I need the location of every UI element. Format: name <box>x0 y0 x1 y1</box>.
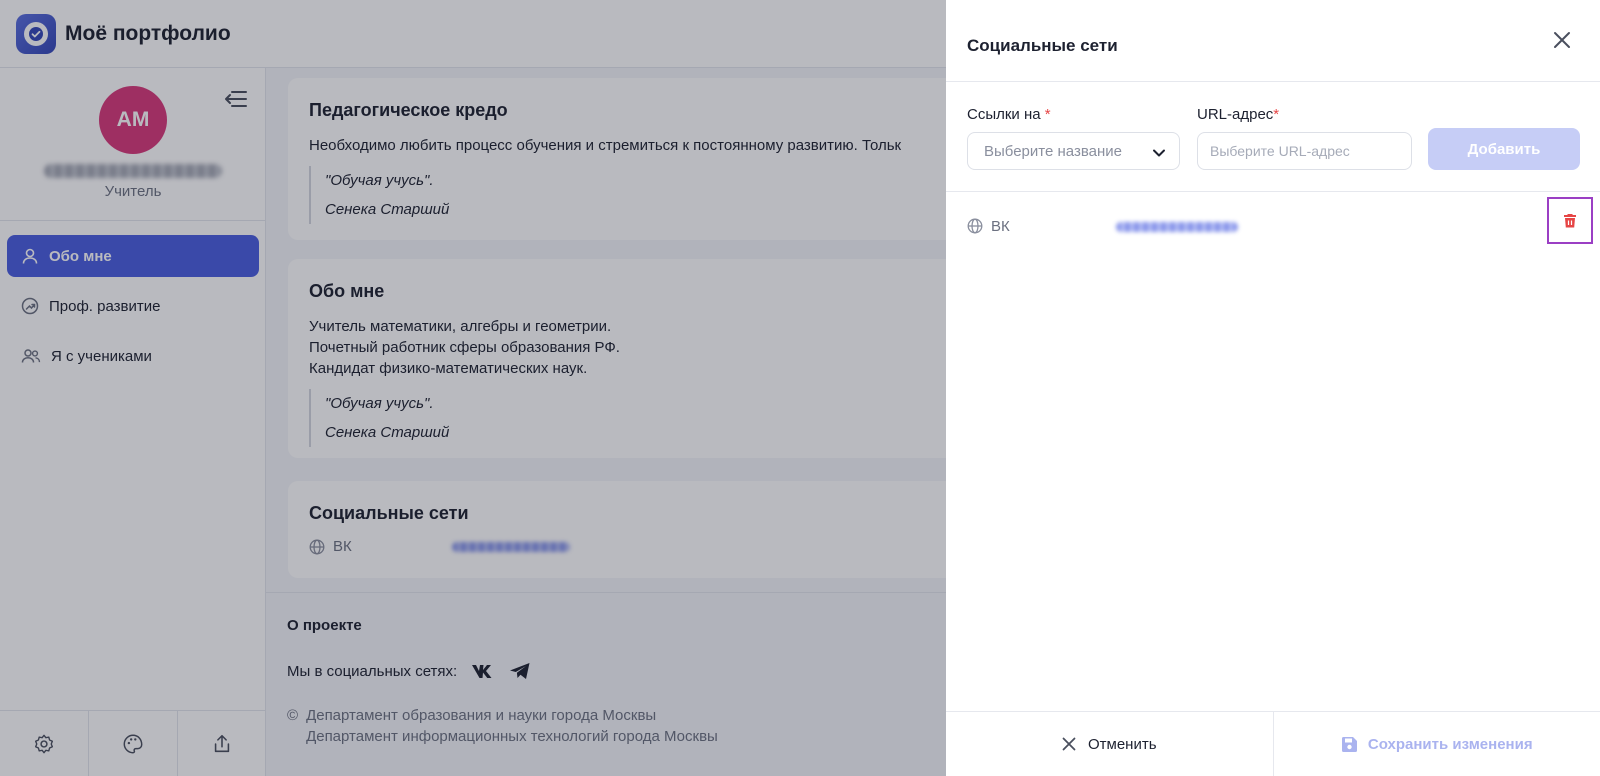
links-label: Ссылки на * <box>967 106 1051 123</box>
delete-link-button[interactable] <box>1547 197 1593 244</box>
globe-icon <box>967 218 983 234</box>
chevron-down-icon <box>1153 149 1165 157</box>
required-mark: * <box>1044 106 1051 123</box>
add-link-form: Ссылки на * Выберите название URL-адрес*… <box>946 82 1600 192</box>
cancel-label: Отменить <box>1087 735 1157 753</box>
save-label: Сохранить изменения <box>1367 735 1533 753</box>
link-url-blurred[interactable] <box>1116 222 1238 232</box>
link-list-item: ВК <box>967 214 1579 238</box>
close-icon <box>1062 737 1076 751</box>
add-button[interactable]: Добавить <box>1428 128 1580 170</box>
required-mark: * <box>1273 106 1280 123</box>
close-icon <box>1554 32 1570 48</box>
close-button[interactable] <box>1550 28 1574 52</box>
url-input[interactable] <box>1197 132 1412 170</box>
drawer-header: Социальные сети <box>946 0 1600 82</box>
drawer-footer: Отменить Сохранить изменения <box>946 711 1600 776</box>
drawer-title: Социальные сети <box>967 36 1118 55</box>
cancel-button[interactable]: Отменить <box>946 712 1274 776</box>
save-icon <box>1341 736 1357 752</box>
select-placeholder: Выберите название <box>984 142 1122 160</box>
social-networks-drawer: Социальные сети Ссылки на * Выберите наз… <box>946 0 1600 776</box>
network-select[interactable]: Выберите название <box>967 132 1180 170</box>
link-name: ВК <box>991 217 1010 235</box>
url-label: URL-адрес* <box>1197 106 1280 123</box>
trash-icon <box>1564 214 1576 228</box>
save-button[interactable]: Сохранить изменения <box>1274 712 1600 776</box>
